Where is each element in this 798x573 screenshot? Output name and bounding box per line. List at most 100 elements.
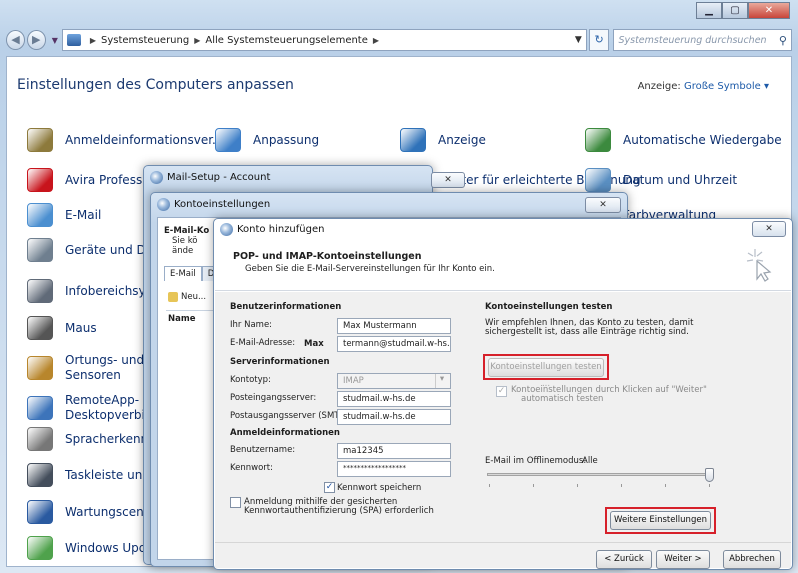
new-label: Neu... — [181, 292, 207, 302]
cp-item-label: Datum und Uhrzeit — [623, 172, 738, 187]
ease-dialog-close-button[interactable]: ✕ — [431, 172, 465, 188]
cp-item-label: Automatische Wiedergabe — [623, 132, 782, 147]
cp-item-3[interactable]: Automatische Wiedergabe — [585, 128, 782, 152]
auto-test-checkbox[interactable]: ✓ — [496, 386, 507, 397]
view-value[interactable]: Große Symbole ▾ — [684, 81, 769, 92]
credential-manager-icon — [27, 128, 53, 152]
account-settings-title: Kontoeinstellungen — [174, 199, 271, 210]
offline-mode-label: E-Mail im Offlinemodus: — [485, 456, 587, 466]
refresh-icon[interactable]: ↻ — [588, 29, 610, 51]
autoplay-icon — [585, 128, 611, 152]
incoming-server-label: Posteingangsserver: — [230, 393, 317, 403]
close-button[interactable]: ✕ — [752, 221, 786, 237]
cp-item-12[interactable]: Ortungs- und ar Sensoren — [27, 353, 160, 383]
control-panel-icon — [66, 34, 81, 46]
address-bar[interactable]: ▶ Systemsteuerung ▶ Alle Systemsteuerung… — [61, 29, 587, 51]
back-arrow-icon[interactable]: ◀ — [6, 30, 25, 50]
add-account-header: POP- und IMAP-Kontoeinstellungen Geben S… — [215, 241, 791, 291]
name-input[interactable]: Max Mustermann — [337, 318, 451, 334]
address-dropdown-icon[interactable]: ▼ — [575, 35, 582, 45]
cp-item-label: Anpassung — [253, 132, 320, 147]
personalization-icon — [215, 128, 241, 152]
test-description-line2: sichergestellt ist, dass alle Einträge r… — [485, 327, 689, 337]
breadcrumb-separator-icon: ▶ — [194, 35, 201, 45]
cp-item-4[interactable]: Avira Profession — [27, 168, 160, 192]
cp-item-6[interactable]: Datum und Uhrzeit — [585, 168, 737, 192]
cp-item-16[interactable]: Wartungscenter — [27, 500, 161, 524]
username-label: Benutzername: — [230, 445, 296, 455]
add-account-dialog: Konto hinzufügen ✕ POP- und IMAP-Kontoei… — [213, 218, 793, 570]
breadcrumb-separator-icon: ▶ — [89, 35, 96, 45]
cp-item-label: Anmeldeinformationsver... — [65, 132, 224, 147]
password-label: Kennwort: — [230, 463, 273, 473]
slider-tick — [709, 484, 710, 487]
username-input[interactable]: ma12345 — [337, 443, 451, 459]
view-selector[interactable]: Anzeige: Große Symbole ▾ — [638, 81, 769, 92]
offline-slider-track[interactable] — [487, 473, 709, 476]
email-input[interactable]: termann@studmail.w-hs.de — [337, 336, 451, 352]
save-password-checkbox[interactable]: ✓ — [324, 482, 335, 493]
maximize-button[interactable]: ▢ — [722, 2, 748, 19]
section-user-info: Benutzerinformationen — [230, 302, 342, 312]
cp-item-label: Anzeige — [438, 132, 486, 147]
tab-email[interactable]: E-Mail — [164, 266, 202, 281]
account-type-select[interactable]: IMAP — [337, 373, 451, 389]
outgoing-server-input[interactable]: studmail.w-hs.de — [337, 409, 451, 425]
close-button[interactable]: ✕ — [748, 2, 790, 19]
column-header-name[interactable]: Name — [168, 314, 195, 324]
forward-arrow-icon[interactable]: ▶ — [26, 30, 46, 50]
add-account-icon — [220, 223, 233, 236]
slider-tick — [489, 484, 490, 487]
spa-checkbox[interactable] — [230, 497, 241, 508]
breadcrumb-item-alle[interactable]: Alle Systemsteuerungselemente — [205, 35, 368, 46]
cp-item-7[interactable]: E-Mail — [27, 203, 101, 227]
cancel-button[interactable]: Abbrechen — [723, 550, 781, 569]
dialog-title: Mail-Setup - Account — [150, 171, 270, 184]
add-account-title: Konto hinzufügen — [237, 224, 325, 235]
mail-setup-title: Mail-Setup - Account — [167, 172, 271, 183]
new-account-button[interactable]: Neu... — [168, 292, 206, 302]
cp-item-label: E-Mail — [65, 207, 102, 222]
close-button[interactable]: ✕ — [585, 197, 621, 213]
taskbar-icon — [27, 463, 53, 487]
incoming-server-input[interactable]: studmail.w-hs.de — [337, 391, 451, 407]
cp-item-0[interactable]: Anmeldeinformationsver... — [27, 128, 224, 152]
next-button[interactable]: Weiter > — [656, 550, 710, 569]
view-label: Anzeige: — [637, 81, 681, 92]
slider-tick — [621, 484, 622, 487]
date-time-icon — [585, 168, 611, 192]
save-password-label: Kennwort speichern — [337, 483, 422, 493]
history-dropdown-icon[interactable]: ▼ — [52, 36, 58, 45]
remoteapp-icon — [27, 396, 53, 420]
footer-separator — [215, 542, 791, 543]
mail-icon — [27, 203, 53, 227]
back-button[interactable]: < Zurück — [596, 550, 652, 569]
heading: POP- und IMAP-Kontoeinstellungen — [233, 251, 422, 262]
search-icon[interactable]: ⚲ — [779, 34, 787, 47]
breadcrumb-separator-icon: ▶ — [372, 35, 380, 45]
slider-tick — [665, 484, 666, 487]
breadcrumb-item-systemsteuerung[interactable]: Systemsteuerung — [101, 35, 189, 46]
test-account-button[interactable]: Kontoeinstellungen testen ... — [488, 358, 604, 389]
section-test-settings: Kontoeinstellungen testen — [485, 302, 613, 312]
account-settings-icon — [157, 198, 170, 211]
location-sensors-icon — [27, 356, 53, 380]
display-icon — [400, 128, 426, 152]
devices-printers-icon — [27, 238, 53, 262]
search-placeholder: Systemsteuerung durchsuchen — [618, 34, 767, 46]
cp-item-1[interactable]: Anpassung — [215, 128, 319, 152]
mouse-icon — [27, 316, 53, 340]
cp-item-11[interactable]: Maus — [27, 316, 97, 340]
dialog-title: Konto hinzufügen — [220, 223, 324, 236]
minimize-button[interactable]: ▁ — [696, 2, 722, 19]
cp-item-2[interactable]: Anzeige — [400, 128, 486, 152]
more-settings-button[interactable]: Weitere Einstellungen — [610, 511, 711, 530]
slider-tick — [533, 484, 534, 487]
search-box[interactable]: Systemsteuerung durchsuchen ⚲ — [613, 29, 792, 51]
offline-mode-value: Alle — [582, 456, 598, 466]
sparkle-cursor-icon — [746, 249, 772, 282]
offline-slider-thumb[interactable] — [705, 468, 714, 482]
add-account-body: Benutzerinformationen Ihr Name: Max Must… — [215, 292, 791, 569]
title-bar: ▁ ▢ ✕ — [0, 0, 798, 26]
password-input[interactable]: ****************** — [337, 461, 451, 477]
